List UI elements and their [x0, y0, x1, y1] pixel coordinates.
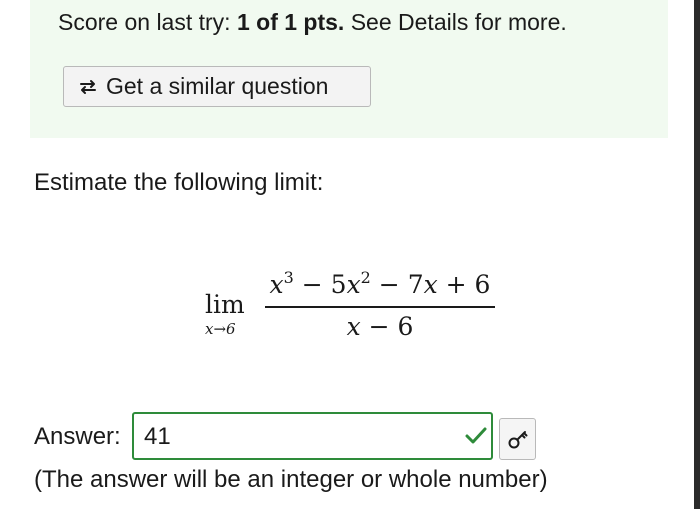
answer-input[interactable]: 41	[132, 412, 493, 460]
fraction-denominator: x − 6	[346, 312, 414, 341]
fraction-numerator: x3 − 5x2 − 7x + 6	[269, 268, 491, 300]
score-prefix: Score on last try:	[58, 9, 237, 35]
answer-label: Answer:	[34, 423, 121, 450]
answer-value: 41	[144, 423, 171, 450]
score-line: Score on last try: 1 of 1 pts. See Detai…	[58, 8, 567, 36]
fraction-bar	[265, 306, 495, 308]
similar-button-label: Get a similar question	[106, 73, 329, 99]
lim-subscript: x→6	[205, 320, 236, 338]
answer-key-button[interactable]	[499, 418, 536, 460]
key-icon	[508, 431, 527, 449]
limit-expression: lim x→6 x3 − 5x2 − 7x + 6 x − 6	[205, 268, 505, 348]
get-similar-question-button[interactable]: Get a similar question	[63, 66, 371, 107]
checkmark-icon	[465, 427, 487, 444]
answer-hint: (The answer will be an integer or whole …	[34, 466, 548, 493]
question-prompt: Estimate the following limit:	[34, 169, 324, 196]
score-points: 1 of 1 pts.	[236, 9, 345, 35]
scrollbar[interactable]	[694, 0, 700, 509]
score-suffix: See Details for more.	[344, 9, 567, 35]
swap-arrows-icon	[80, 79, 96, 94]
lim-operator: lim	[205, 290, 245, 319]
score-panel: Score on last try: 1 of 1 pts. See Detai…	[30, 0, 668, 138]
